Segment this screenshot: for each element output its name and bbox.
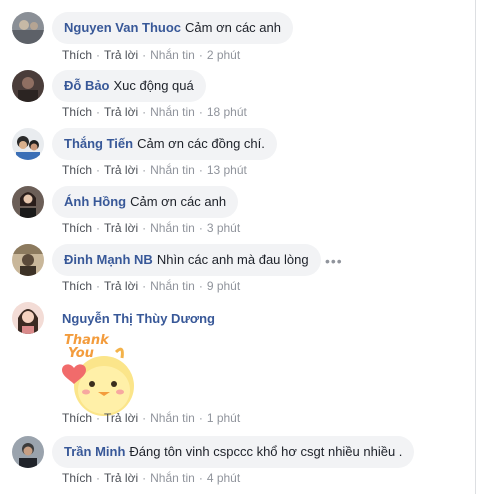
reply-link[interactable]: Trả lời <box>104 105 138 119</box>
like-link[interactable]: Thích <box>62 279 92 293</box>
separator: · <box>142 279 147 293</box>
reply-link[interactable]: Trả lời <box>104 163 138 177</box>
right-border <box>475 0 476 494</box>
comment-text: Xuc động quá <box>113 78 194 93</box>
separator: · <box>198 163 203 177</box>
separator: · <box>198 411 203 425</box>
like-link[interactable]: Thích <box>62 221 92 235</box>
comment: Nguyễn Thị Thùy Dương Thank You Thích · Tr… <box>12 302 472 432</box>
comment: Thắng Tiến Cảm ơn các đồng chí. Thích · Trả… <box>12 128 472 178</box>
comment-actions: Thích · Trả lời · Nhắn tin · 1 phút <box>62 411 240 425</box>
separator: · <box>198 221 203 235</box>
comment-bubble: Nguyen Van Thuoc Cảm ơn các anh <box>52 12 293 44</box>
separator: · <box>142 105 147 119</box>
comment-time[interactable]: 4 phút <box>207 471 240 485</box>
comment-actions: Thích · Trả lời · Nhắn tin · 4 phút <box>62 471 240 485</box>
reply-link[interactable]: Trả lời <box>104 48 138 62</box>
reply-link[interactable]: Trả lời <box>104 471 138 485</box>
comment-author[interactable]: Nguyen Van Thuoc <box>64 20 181 35</box>
comment-bubble: Thắng Tiến Cảm ơn các đồng chí. <box>52 128 277 160</box>
reply-link[interactable]: Trả lời <box>104 221 138 235</box>
comment-text: Cảm ơn các anh <box>130 194 227 209</box>
separator: · <box>96 471 101 485</box>
message-link[interactable]: Nhắn tin <box>150 105 195 119</box>
sticker-text-line: You <box>68 346 94 361</box>
separator: · <box>96 221 101 235</box>
like-link[interactable]: Thích <box>62 163 92 177</box>
comment-author[interactable]: Nguyễn Thị Thùy Dương <box>62 311 215 326</box>
comment-time[interactable]: 1 phút <box>207 411 240 425</box>
comment-author[interactable]: Ánh Hồng <box>64 194 126 209</box>
separator: · <box>96 48 101 62</box>
comment-author[interactable]: Đinh Mạnh NB <box>64 252 153 267</box>
separator: · <box>142 411 147 425</box>
message-link[interactable]: Nhắn tin <box>150 471 195 485</box>
comment-actions: Thích · Trả lời · Nhắn tin · 9 phút <box>62 279 240 293</box>
avatar[interactable] <box>12 186 44 218</box>
separator: · <box>142 471 147 485</box>
message-link[interactable]: Nhắn tin <box>150 279 195 293</box>
avatar[interactable] <box>12 70 44 102</box>
comment-actions: Thích · Trả lời · Nhắn tin · 2 phút <box>62 48 240 62</box>
comment-actions: Thích · Trả lời · Nhắn tin · 18 phút <box>62 105 247 119</box>
comment-author[interactable]: Thắng Tiến <box>64 136 133 151</box>
message-link[interactable]: Nhắn tin <box>150 221 195 235</box>
like-link[interactable]: Thích <box>62 411 92 425</box>
comment-time[interactable]: 3 phút <box>207 221 240 235</box>
reply-link[interactable]: Trả lời <box>104 279 138 293</box>
comment: Đỗ Bảo Xuc động quá Thích · Trả lời · Nhắn ti… <box>12 70 472 120</box>
comment-actions: Thích · Trả lời · Nhắn tin · 3 phút <box>62 221 240 235</box>
separator: · <box>142 48 147 62</box>
comment-bubble: Ánh Hồng Cảm ơn các anh <box>52 186 239 218</box>
separator: · <box>198 105 203 119</box>
separator: · <box>96 163 101 177</box>
comment-bubble: Đỗ Bảo Xuc động quá <box>52 70 206 102</box>
avatar[interactable] <box>12 128 44 160</box>
message-link[interactable]: Nhắn tin <box>150 411 195 425</box>
sticker-text: Thank You <box>64 334 109 360</box>
comment: Ánh Hồng Cảm ơn các anh Thích · Trả lời · Nhắ… <box>12 186 472 236</box>
comment: Trần Minh Đáng tôn vinh cspccc khổ hơ csg… <box>12 436 472 486</box>
comment-author[interactable]: Đỗ Bảo <box>64 78 110 93</box>
comment-time[interactable]: 18 phút <box>207 105 247 119</box>
comment-bubble: Trần Minh Đáng tôn vinh cspccc khổ hơ csg… <box>52 436 415 468</box>
separator: · <box>142 221 147 235</box>
message-link[interactable]: Nhắn tin <box>150 48 195 62</box>
avatar[interactable] <box>12 244 44 276</box>
comment-author[interactable]: Trần Minh <box>64 444 125 459</box>
reply-link[interactable]: Trả lời <box>104 411 138 425</box>
comment: Nguyen Van Thuoc Cảm ơn các anh Thích · Trả… <box>12 12 472 62</box>
separator: · <box>142 163 147 177</box>
like-link[interactable]: Thích <box>62 48 92 62</box>
comment-text: Đáng tôn vinh cspccc khổ hơ csgt nhiều n… <box>129 444 403 459</box>
separator: · <box>96 279 101 293</box>
avatar[interactable] <box>12 302 44 334</box>
like-link[interactable]: Thích <box>62 105 92 119</box>
comment-text: Nhìn các anh mà đau lòng <box>156 252 309 267</box>
comment: Đinh Mạnh NB Nhìn các anh mà đau lòng •••… <box>12 244 472 294</box>
separator: · <box>96 105 101 119</box>
more-horizontal-icon[interactable]: ••• <box>325 254 343 268</box>
separator: · <box>198 471 203 485</box>
comment-time[interactable]: 2 phút <box>207 48 240 62</box>
comment-text: Cảm ơn các anh <box>185 20 281 35</box>
avatar[interactable] <box>12 12 44 44</box>
thank-you-chick-sticker: Thank You <box>52 328 142 418</box>
comment-time[interactable]: 13 phút <box>207 163 247 177</box>
separator: · <box>96 411 101 425</box>
comment-time[interactable]: 9 phút <box>207 279 240 293</box>
separator: · <box>198 279 203 293</box>
comment-bubble: Đinh Mạnh NB Nhìn các anh mà đau lòng <box>52 244 321 276</box>
separator: · <box>198 48 203 62</box>
like-link[interactable]: Thích <box>62 471 92 485</box>
comment-text: Cảm ơn các đồng chí. <box>137 136 265 151</box>
message-link[interactable]: Nhắn tin <box>150 163 195 177</box>
avatar[interactable] <box>12 436 44 468</box>
comment-actions: Thích · Trả lời · Nhắn tin · 13 phút <box>62 163 247 177</box>
